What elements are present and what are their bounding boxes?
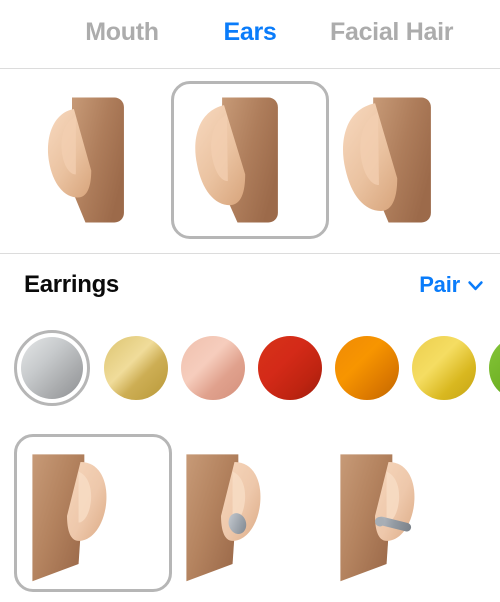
earring-style-option-stud[interactable] bbox=[168, 434, 326, 592]
swatch-orange-fill bbox=[335, 336, 399, 400]
swatch-silver-fill bbox=[21, 337, 83, 399]
category-tab-bar[interactable]: Mouth Ears Facial Hair bbox=[0, 0, 500, 68]
ear-shape-option-3[interactable] bbox=[324, 81, 482, 239]
swatch-silver[interactable] bbox=[14, 330, 90, 406]
swatch-red-fill bbox=[258, 336, 322, 400]
tab-facial-hair[interactable]: Facial Hair bbox=[330, 18, 500, 47]
swatch-rose-gold-fill bbox=[181, 336, 245, 400]
ear-shape-option-1[interactable] bbox=[18, 81, 176, 239]
earrings-pair-picker[interactable]: Pair bbox=[419, 272, 484, 298]
swatch-yellow-fill bbox=[412, 336, 476, 400]
earring-style-option-bar[interactable] bbox=[322, 434, 480, 592]
ear-shape-option-2[interactable] bbox=[171, 81, 329, 239]
earring-none-icon bbox=[32, 454, 107, 582]
swatch-green[interactable] bbox=[483, 330, 500, 406]
ear-shape-1-icon bbox=[47, 97, 124, 223]
tab-mouth[interactable]: Mouth bbox=[62, 18, 182, 47]
earring-style-row[interactable] bbox=[0, 428, 500, 602]
ear-shape-2-icon bbox=[195, 97, 278, 223]
swatch-rose-gold[interactable] bbox=[175, 330, 251, 406]
avatar-editor-panel: Mouth Ears Facial Hair Earrings Pair bbox=[0, 0, 500, 602]
earring-style-option-none[interactable] bbox=[14, 434, 172, 592]
swatch-orange[interactable] bbox=[329, 330, 405, 406]
swatch-green-fill bbox=[489, 336, 500, 400]
ear-shape-3-icon bbox=[343, 97, 431, 223]
earring-stud-icon bbox=[186, 454, 261, 582]
swatch-gold-fill bbox=[104, 336, 168, 400]
swatch-red[interactable] bbox=[252, 330, 328, 406]
swatch-yellow[interactable] bbox=[406, 330, 482, 406]
earring-color-swatch-row[interactable] bbox=[0, 320, 500, 414]
swatch-gold[interactable] bbox=[98, 330, 174, 406]
tab-ears[interactable]: Ears bbox=[198, 18, 302, 47]
chevron-down-icon bbox=[468, 280, 483, 290]
ear-shape-row[interactable] bbox=[0, 68, 500, 253]
earring-bar-icon bbox=[340, 454, 415, 582]
earrings-title: Earrings bbox=[24, 271, 119, 298]
earrings-pair-value: Pair bbox=[419, 272, 460, 297]
earrings-section-header: Earrings Pair bbox=[0, 254, 500, 316]
